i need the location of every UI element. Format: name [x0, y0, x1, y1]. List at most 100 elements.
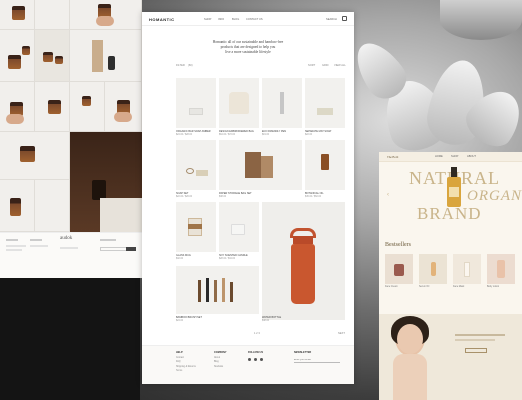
view-all-button[interactable]: VIEW ALL — [334, 64, 346, 67]
footer-newsletter-title: NEWSLETTER — [294, 351, 312, 354]
left-store-preview: audok — [0, 0, 142, 278]
product-price: $45.00 / $52.00 — [305, 196, 321, 198]
top-nav: HOMANTIC SHOP INFO BLOG CONTACT US SEARC… — [142, 12, 354, 26]
nav-search[interactable]: SEARCH — [326, 18, 337, 21]
product-price: $38.00 — [219, 196, 227, 198]
instagram-icon[interactable] — [248, 358, 251, 361]
store-logo[interactable]: HOMANTIC — [149, 17, 175, 22]
product-card[interactable] — [453, 254, 481, 284]
hero-headline-line2: ORGANIC — [467, 188, 522, 204]
pagination[interactable]: 1 2 3 — [254, 332, 260, 335]
hero-text: Homantic all of our sustainable and bamb… — [212, 40, 284, 54]
shop-now-button[interactable] — [465, 348, 487, 353]
dark-panel — [0, 278, 140, 400]
next-page-button[interactable]: NEXT — [338, 332, 345, 335]
product-name[interactable]: PAPER STORAGE BAG SET — [219, 192, 252, 195]
product-price: $24.00 — [176, 320, 184, 322]
product-name[interactable]: DESIGN EMBROIDERED BAG — [219, 130, 254, 133]
nav-blog[interactable]: BLOG — [232, 18, 239, 21]
product-name[interactable]: Face Mask — [453, 286, 464, 288]
product-card[interactable] — [262, 78, 302, 128]
hero-prev-arrow[interactable]: ‹ — [387, 192, 389, 198]
product-price: $64.00 / $72.00 — [219, 134, 235, 136]
product-name[interactable]: BOTANICAL OIL — [305, 192, 324, 195]
product-price: $28.00 / $34.00 — [219, 258, 235, 260]
product-card[interactable] — [305, 140, 345, 190]
cos-logo[interactable]: The Bold — [387, 155, 398, 159]
footer-brand: audok — [60, 236, 73, 241]
cos-nav-home[interactable]: HOME — [435, 155, 443, 158]
footer-company-links[interactable]: About Blog Stockists — [214, 356, 223, 369]
product-card[interactable] — [305, 78, 345, 128]
product-card[interactable] — [385, 254, 413, 284]
product-price: $19.00 — [262, 134, 270, 136]
facebook-icon[interactable] — [254, 358, 257, 361]
newsletter-email-input[interactable] — [294, 358, 340, 363]
product-name[interactable]: BAMBOO BRUSH SET — [176, 316, 202, 319]
product-name[interactable]: Face Cream — [385, 286, 398, 288]
product-name[interactable]: SOY SCENTED CANDLE — [219, 254, 248, 257]
product-price: $32.00 — [176, 258, 184, 260]
product-card[interactable] — [176, 78, 216, 128]
product-tile[interactable] — [0, 82, 35, 132]
pinterest-icon[interactable] — [260, 358, 263, 361]
hero-headline-line3: BRAND — [417, 204, 482, 223]
product-price: $48.00 — [262, 320, 270, 322]
nav-shop[interactable]: SHOP — [204, 18, 211, 21]
store-footer: HELP Contact FAQ Shipping & Returns Term… — [142, 345, 354, 384]
product-tile[interactable] — [105, 82, 142, 132]
product-name[interactable]: GLASS MUG — [176, 254, 191, 257]
filter-button[interactable]: FILTER — [176, 64, 185, 67]
product-name[interactable]: SEPARATE MAT SOAP — [305, 130, 331, 133]
footer-follow-title: FOLLOW US — [248, 351, 263, 354]
product-name[interactable]: Body Lotion — [487, 286, 499, 288]
product-tile[interactable] — [0, 132, 70, 180]
bag-icon[interactable] — [342, 16, 347, 21]
lotus-leaf — [440, 0, 522, 40]
product-tile[interactable] — [35, 0, 70, 30]
product-tile[interactable] — [35, 82, 70, 132]
product-name[interactable]: ORGANIC BAR SOAP AMBER — [176, 130, 211, 133]
product-tile[interactable] — [70, 0, 142, 30]
product-tile[interactable] — [0, 0, 35, 30]
cos-nav-about[interactable]: ABOUT — [467, 155, 476, 158]
product-price: $22.00 — [305, 134, 313, 136]
product-tile[interactable] — [0, 180, 35, 232]
cosmetics-store-page: The Bold HOME SHOP ABOUT NATURAL ORGANIC… — [379, 152, 522, 400]
footer-help-title: HELP — [176, 351, 183, 354]
cos-nav-shop[interactable]: SHOP — [451, 155, 458, 158]
product-card[interactable] — [419, 254, 447, 284]
nav-contact[interactable]: CONTACT US — [246, 18, 263, 21]
product-card[interactable] — [219, 202, 259, 252]
product-card-wide[interactable] — [176, 266, 259, 314]
model-banner — [379, 314, 522, 400]
product-card[interactable] — [176, 140, 216, 190]
product-tile[interactable] — [35, 30, 70, 82]
serum-bottle-image — [447, 167, 461, 207]
sort-button[interactable]: SORT — [308, 64, 315, 67]
subscribe-button[interactable] — [126, 247, 136, 251]
product-card[interactable] — [219, 78, 259, 128]
product-card[interactable] — [487, 254, 515, 284]
filter-count: (60) — [188, 64, 193, 67]
footer-company-title: COMPANY — [214, 351, 227, 354]
product-tile[interactable] — [35, 180, 70, 232]
product-card-wide[interactable] — [219, 140, 302, 190]
product-tile[interactable] — [70, 30, 142, 82]
product-name[interactable]: ECO FRIENDLY PEN — [262, 130, 286, 133]
nav-info[interactable]: INFO — [218, 18, 224, 21]
product-name[interactable]: Serum Oil — [419, 286, 429, 288]
grid-button[interactable]: GRID — [322, 64, 328, 67]
product-card-large[interactable] — [262, 202, 345, 320]
product-tile[interactable] — [0, 30, 35, 82]
cos-top-nav: The Bold HOME SHOP ABOUT — [379, 152, 522, 162]
product-price: $22.00 / $26.00 — [176, 196, 192, 198]
footer-help-links[interactable]: Contact FAQ Shipping & Returns Terms — [176, 356, 196, 374]
product-tile[interactable] — [70, 82, 105, 132]
bestsellers-title: Bestsellers — [385, 242, 411, 248]
product-price: $24.00 / $28.00 — [176, 134, 192, 136]
product-card[interactable] — [176, 202, 216, 252]
collage-footer: audok — [0, 232, 142, 278]
product-name[interactable]: SOAP SET — [176, 192, 188, 195]
product-name[interactable]: WATER BOTTLE — [262, 316, 281, 319]
